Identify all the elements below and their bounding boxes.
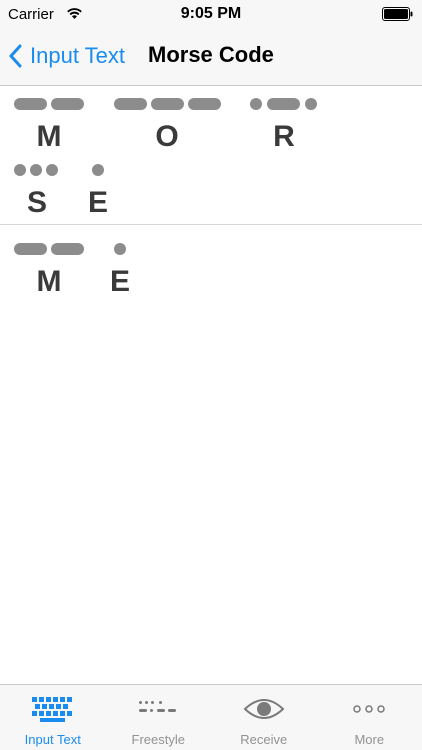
tab-label: Input Text [24, 732, 81, 747]
keyboard-icon [31, 697, 72, 722]
navigation-bar: Input Text Morse Code [0, 28, 422, 86]
morse-symbols [14, 164, 60, 176]
letter-char: S [26, 186, 47, 219]
letter-char: R [273, 120, 295, 153]
morse-symbols [14, 243, 84, 255]
letter-char: M [36, 120, 62, 153]
word-block: M E [0, 225, 422, 305]
tab-freestyle[interactable]: Freestyle [106, 685, 212, 750]
morse-symbols [86, 164, 110, 176]
chevron-left-icon [9, 44, 22, 68]
morse-symbols [114, 98, 221, 110]
morse-dot [114, 243, 126, 255]
morse-dot [30, 164, 42, 176]
word-block: M O R S E [0, 86, 422, 225]
morse-symbols [108, 243, 132, 255]
tab-input-text[interactable]: Input Text [0, 685, 106, 750]
letter-char: E [109, 265, 130, 298]
eye-icon [243, 699, 285, 719]
back-label: Input Text [30, 43, 125, 68]
morse-dash [14, 98, 47, 110]
tab-receive[interactable]: Receive [211, 685, 317, 750]
battery-icon [382, 7, 413, 21]
morse-symbols [14, 98, 84, 110]
tab-bar: Input Text Freestyle Receive More [0, 684, 422, 750]
screen: Carrier 9:05 PM Input Text Morse Code M … [0, 0, 422, 750]
morse-dot [46, 164, 58, 176]
tab-label: Receive [240, 732, 288, 747]
morse-dash [267, 98, 300, 110]
tab-label: Freestyle [131, 732, 185, 747]
status-bar: Carrier 9:05 PM [0, 0, 422, 28]
morse-dots-icon [139, 701, 177, 712]
morse-dash [188, 98, 221, 110]
more-dots-icon [353, 705, 385, 713]
morse-output: M O R S E M E [0, 86, 422, 305]
morse-dot [92, 164, 104, 176]
morse-dot [14, 164, 26, 176]
back-button[interactable]: Input Text [8, 39, 125, 73]
morse-dash [151, 98, 184, 110]
morse-dot [250, 98, 262, 110]
letter-char: M [36, 265, 62, 298]
morse-dash [114, 98, 147, 110]
morse-symbols [250, 98, 318, 110]
morse-dash [51, 243, 84, 255]
letter-char: O [155, 120, 179, 153]
tab-more[interactable]: More [317, 685, 422, 750]
morse-dash [51, 98, 84, 110]
letter-char: E [87, 186, 108, 219]
morse-dash [14, 243, 47, 255]
tab-label: More [354, 732, 385, 747]
status-time: 9:05 PM [180, 5, 242, 22]
morse-dot [305, 98, 317, 110]
page-title: Morse Code [148, 42, 274, 67]
